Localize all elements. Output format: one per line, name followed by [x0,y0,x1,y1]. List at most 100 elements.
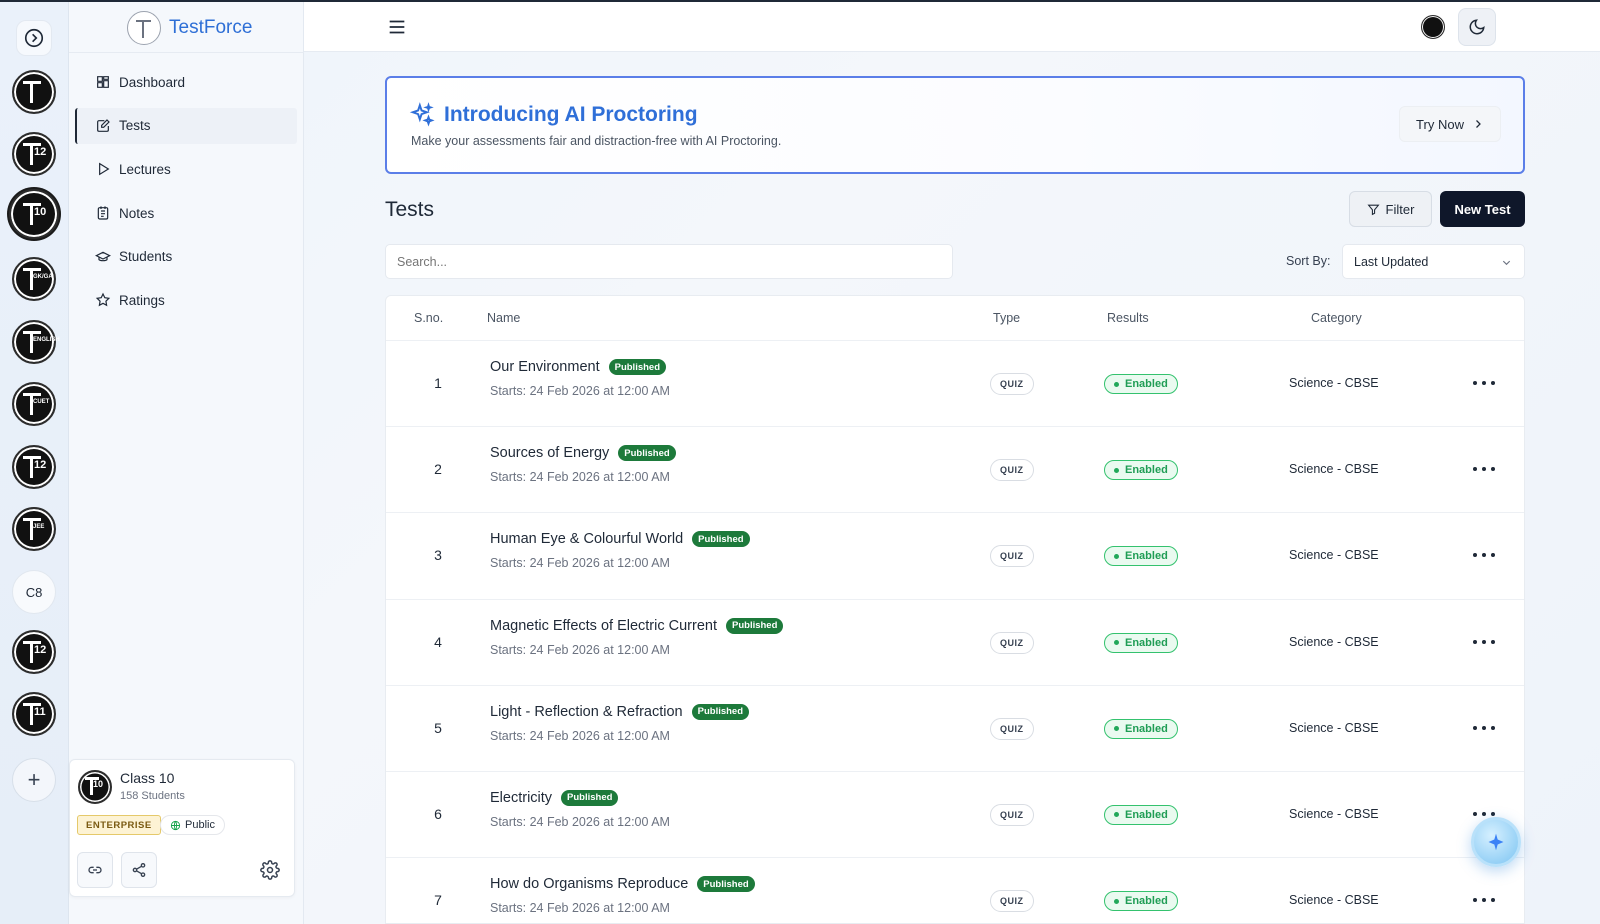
brand-logo [127,11,161,45]
published-badge: Published [691,703,750,720]
more-options-icon[interactable] [1473,377,1495,389]
sidebar-item-label: Notes [119,205,155,221]
more-options-icon[interactable] [1473,636,1495,648]
logo-stem [30,641,33,663]
row-serial-number: 1 [434,375,442,391]
sidebar-item-lectures[interactable]: Lectures [75,151,297,187]
add-workspace-button[interactable]: + [12,758,56,802]
test-name-cell: How do Organisms Reproduce Published [490,876,755,893]
workspace-avatar[interactable] [12,70,56,114]
ai-assistant-button[interactable] [1471,817,1521,867]
workspace-avatar[interactable]: 10 [9,189,59,239]
results-status-badge: Enabled [1104,374,1178,394]
table-row[interactable]: 4 Magnetic Effects of Electric Current Pub… [386,600,1524,686]
workspace-logo: 12 [19,452,49,482]
graduation-cap-icon [95,251,111,262]
test-name[interactable]: How do Organisms Reproduce [490,876,688,892]
workspace-avatar[interactable]: 12 [12,445,56,489]
workspace-avatar[interactable]: GK/GA [12,257,56,301]
search-input[interactable] [385,244,953,279]
copy-link-button[interactable] [77,852,113,888]
workspace-avatar[interactable]: 12 [12,630,56,674]
expand-rail-button[interactable] [16,20,52,56]
test-name[interactable]: Our Environment [490,359,600,375]
dot [1482,725,1486,730]
user-avatar[interactable] [1421,15,1445,39]
table-row[interactable]: 3 Human Eye & Colourful World Published Sta… [386,513,1524,600]
type-badge: QUIZ [990,373,1034,395]
tests-icon [97,118,110,132]
test-category: Science - CBSE [1289,720,1379,735]
published-badge: Published [561,789,619,806]
workspace-logo: GK/GA [19,264,53,294]
test-name-cell: Light - Reflection & Refraction Published [490,703,750,720]
workspace-number: 10 [34,206,47,218]
workspace-logo: JEE [19,514,49,544]
more-options-icon[interactable] [1473,722,1495,734]
workspace-rail: 12 10 GK/GA ENGLISH CUET 12 JEE C8 12 11 + [0,2,69,924]
more-options-icon[interactable] [1473,549,1495,561]
test-start-time: Starts: 24 Feb 2026 at 12:00 AM [490,384,670,398]
workspace-avatar[interactable]: ENGLISH [12,320,60,364]
filter-icon [1367,204,1380,215]
sidebar-item-tests[interactable]: Tests [75,107,297,144]
table-row[interactable]: 6 Electricity Published Starts: 24 Feb 2026… [386,772,1524,859]
sidebar-item-students[interactable]: Students [75,239,297,275]
plan-badge: ENTERPRISE [77,815,161,835]
try-now-button[interactable]: Try Now [1399,106,1501,142]
menu-icon[interactable] [386,16,408,38]
test-name[interactable]: Electricity [490,790,552,806]
visibility-badge: Public [160,815,225,835]
published-badge: Published [697,876,755,893]
column-header-name: Name [487,311,521,325]
test-name[interactable]: Human Eye & Colourful World [490,531,683,547]
new-test-button[interactable]: New Test [1440,191,1525,227]
sidebar-item-label: Students [119,249,173,265]
settings-gear-icon[interactable] [260,860,280,880]
workspace-logo: 10 [19,199,49,229]
test-name-cell: Human Eye & Colourful World Published [490,531,750,548]
workspace-avatar[interactable]: 11 [12,692,56,736]
status-dot [1114,381,1119,387]
column-header-results: Results [1107,311,1149,325]
test-category: Science - CBSE [1289,806,1379,821]
workspace-avatar[interactable]: JEE [12,507,56,551]
banner-title: Introducing AI Proctoring [444,103,698,126]
logo-stem [30,143,33,165]
brand[interactable]: TestForce [127,10,252,46]
plus-icon: + [27,767,41,792]
more-options-icon[interactable] [1473,463,1495,475]
workspace-avatar[interactable]: CUET [12,382,56,426]
sort-select[interactable]: Last Updated [1342,244,1525,279]
sort-value: Last Updated [1354,254,1429,269]
table-row[interactable]: 2 Sources of Energy Published Starts: 24 Fe… [386,427,1524,514]
workspace-number: 11 [34,706,46,718]
workspace-c8[interactable]: C8 [12,570,56,614]
dot [1491,467,1495,472]
status-dot [1114,553,1119,559]
workspace-number: 12 [34,146,47,158]
test-category: Science - CBSE [1289,462,1379,477]
type-badge: QUIZ [990,545,1034,568]
workspace-avatar[interactable]: 12 [12,132,56,176]
sidebar-item-dashboard[interactable]: Dashboard [75,64,297,100]
workspace-tag: GK/GA [33,274,53,280]
sidebar-item-ratings[interactable]: Ratings [75,282,297,318]
row-serial-number: 4 [434,633,442,650]
divider [69,52,304,53]
table-row[interactable]: 5 Light - Reflection & Refraction Publishe… [386,686,1524,772]
table-row[interactable]: 1 Our Environment Published Starts: 24 Feb … [386,341,1524,428]
class-name: Class 10 [120,770,175,786]
workspace-tag: CUET [33,399,50,405]
sidebar-item-notes[interactable]: Notes [75,195,297,231]
test-name[interactable]: Light - Reflection & Refraction [490,704,683,720]
star-icon [95,293,111,307]
published-badge: Published [618,445,676,462]
more-options-icon[interactable] [1473,894,1495,906]
table-row[interactable]: 7 How do Organisms Reproduce Published Star… [386,858,1524,923]
share-button[interactable] [121,852,157,888]
filter-button[interactable]: Filter [1349,191,1432,227]
theme-toggle-button[interactable] [1458,8,1496,46]
test-name[interactable]: Magnetic Effects of Electric Current [490,618,717,634]
test-name[interactable]: Sources of Energy [490,445,609,461]
